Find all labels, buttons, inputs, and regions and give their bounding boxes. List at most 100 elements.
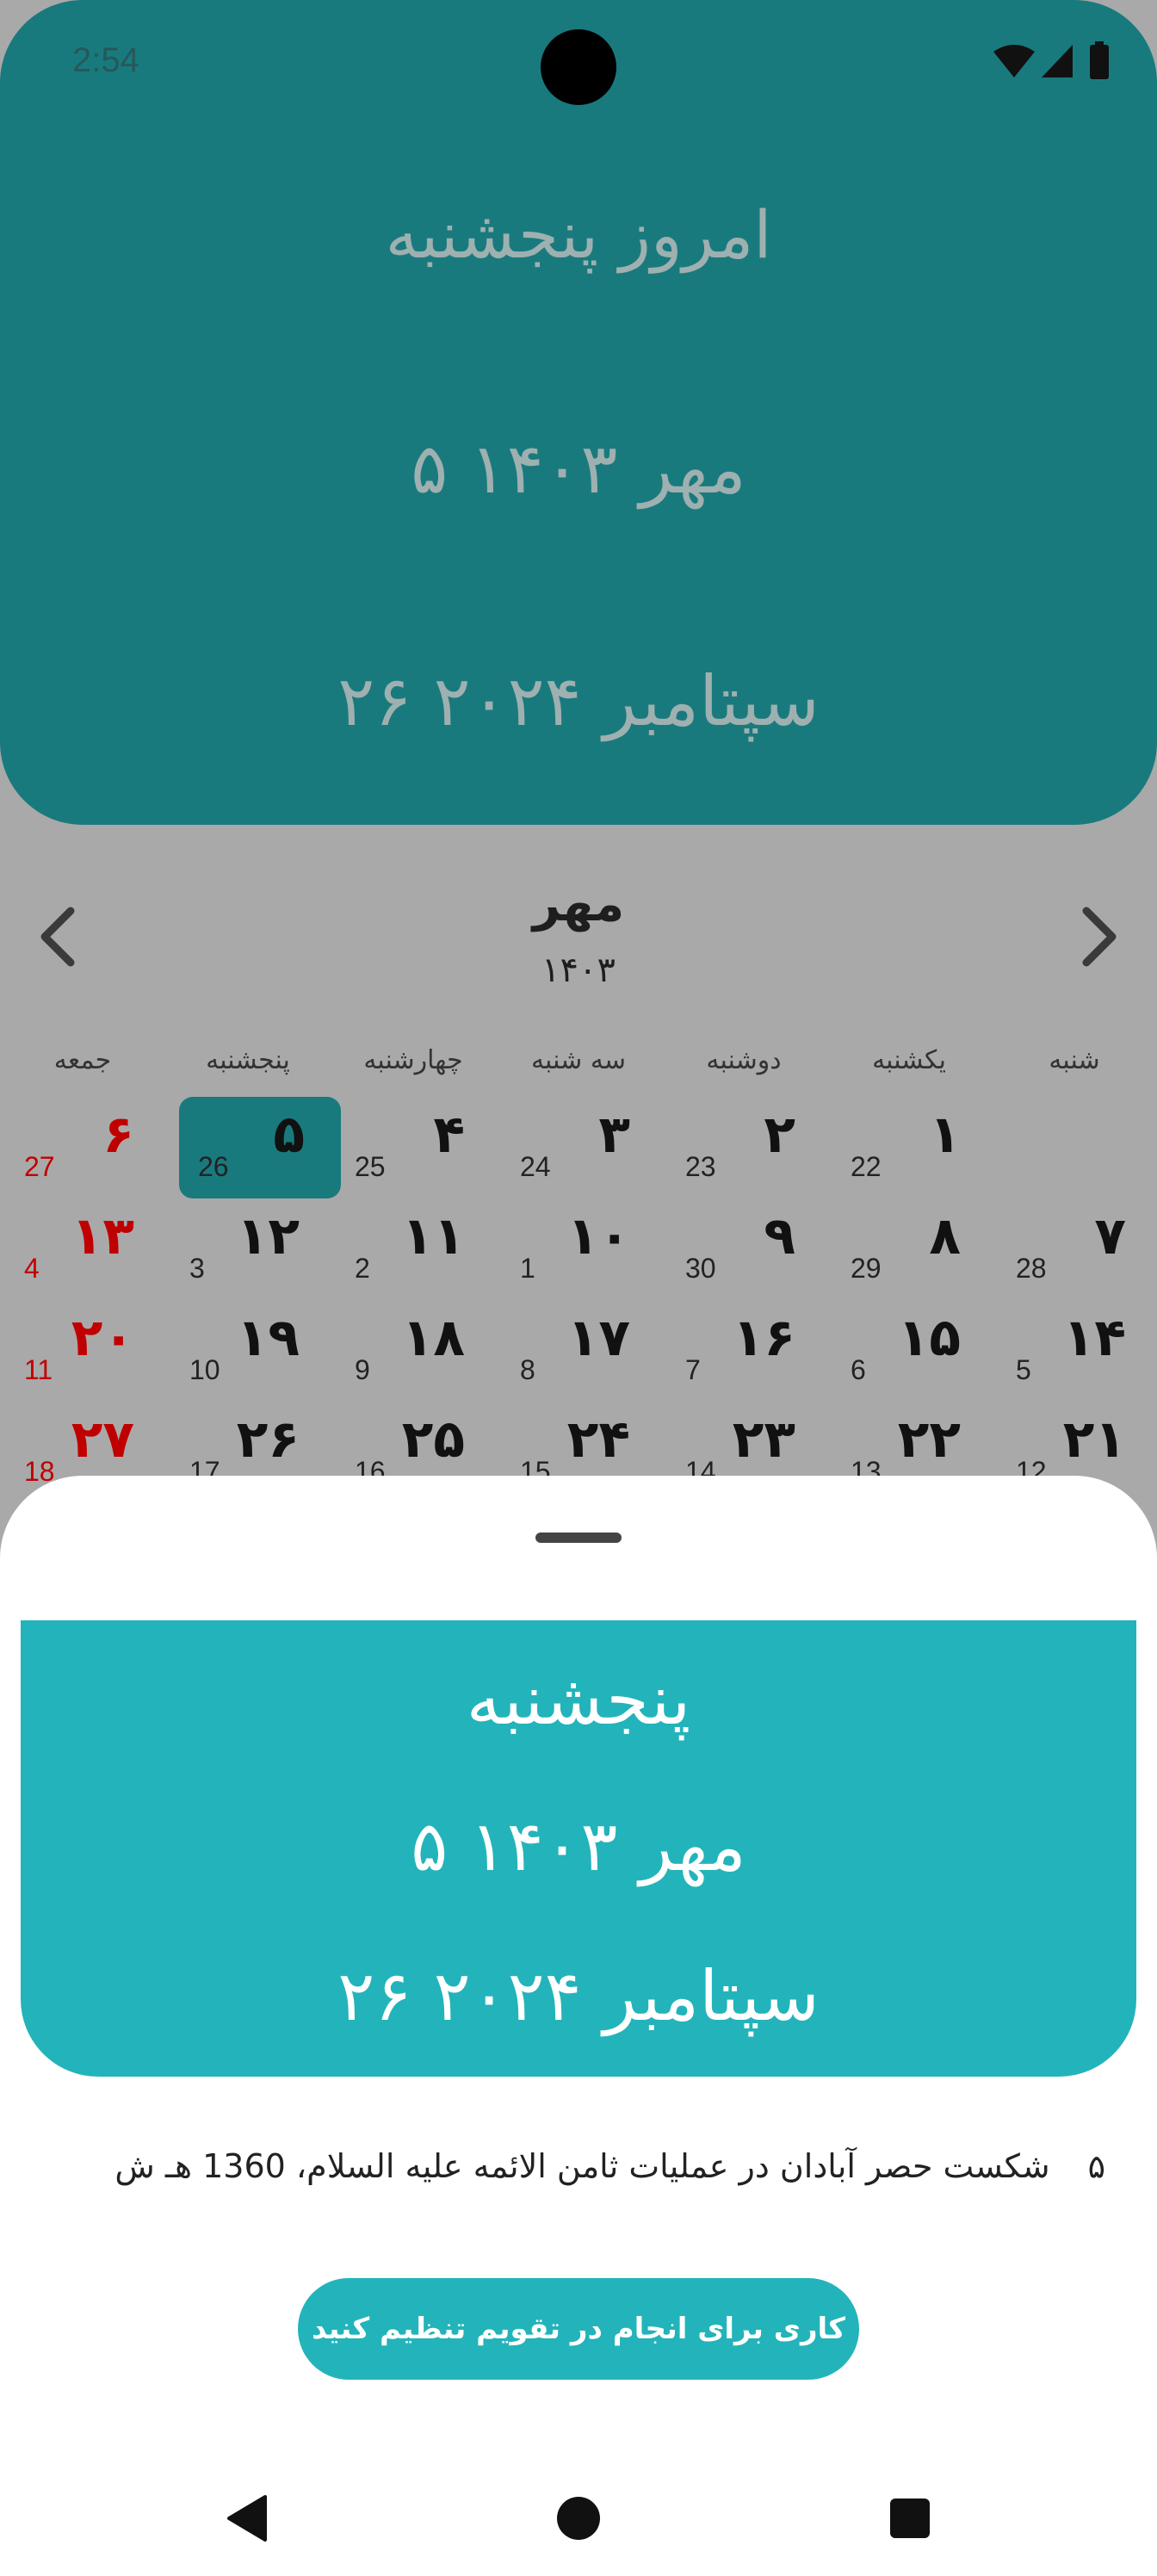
month-title[interactable]: مهر (0, 876, 1157, 932)
selected-weekday: پنجشنبه (466, 1660, 691, 1740)
persian-day-number: ۶ (102, 1105, 134, 1165)
event-item: ۵ شکست حصر آبادان در عملیات ثامن الائمه … (77, 2147, 1105, 2185)
persian-day-number: ۱ (929, 1105, 961, 1165)
calendar-day-cell[interactable]: ۲ 23 (666, 1097, 832, 1198)
calendar-day-cell[interactable]: ۶ 27 (5, 1097, 170, 1198)
selected-day-card: پنجشنبه ۵ مهر ۱۴۰۳ ۲۶ سپتامبر ۲۰۲۴ (21, 1620, 1136, 2077)
today-weekday-line: امروز پنجشنبه (385, 196, 772, 273)
weekday-label: پنجشنبه (206, 1045, 290, 1075)
persian-day-number: ۵ (273, 1105, 305, 1165)
weekday-label: چهارشنبه (363, 1045, 463, 1075)
calendar-day-cell[interactable]: ۱ 22 (832, 1097, 997, 1198)
home-button[interactable] (548, 2488, 609, 2548)
add-todo-button[interactable]: کاری برای انجام در تقویم تنظیم کنید (298, 2278, 859, 2380)
persian-day-number: ۱۶ (732, 1308, 795, 1368)
gregorian-day-number: 3 (189, 1253, 205, 1284)
calendar-day-cell[interactable]: ۹ 30 (666, 1198, 832, 1300)
persian-day-number: ۱۲ (236, 1206, 300, 1266)
gregorian-day-number: 10 (189, 1354, 220, 1385)
weekday-header-row: شنبه یکشنبه دوشنبه سه شنبه چهارشنبه پنجشنبه جم… (0, 1045, 1157, 1088)
gregorian-day-number: 27 (24, 1151, 55, 1182)
calendar-day-cell[interactable]: ۲۰ 11 (5, 1300, 170, 1402)
next-month-button[interactable] (1062, 902, 1131, 971)
calendar-day-cell[interactable]: ۵ 26 (179, 1097, 341, 1198)
gregorian-day-number: 7 (685, 1354, 701, 1385)
persian-day-number: ۲۳ (732, 1409, 795, 1470)
persian-day-number: ۲۰ (71, 1308, 134, 1368)
gregorian-day-number: 6 (851, 1354, 866, 1385)
calendar-day-cell[interactable]: ۱۵ 6 (832, 1300, 997, 1402)
month-year: ۱۴۰۳ (541, 951, 616, 990)
gregorian-day-number: 28 (1016, 1253, 1047, 1284)
persian-day-number: ۸ (929, 1206, 961, 1266)
gregorian-day-number: 25 (355, 1151, 386, 1182)
today-header-card: 2:54 امروز پنجشنبه ۵ مهر ۱۴۰۳ ۲۶ سپتامبر… (0, 0, 1157, 825)
persian-day-number: ۲ (764, 1105, 795, 1165)
gregorian-day-number: 23 (685, 1151, 716, 1182)
persian-day-number: ۹ (764, 1206, 795, 1266)
gregorian-day-number: 30 (685, 1253, 716, 1284)
chevron-right-icon (1082, 907, 1117, 967)
calendar-day-cell[interactable]: ۱۳ 4 (5, 1198, 170, 1300)
event-text: شکست حصر آبادان در عملیات ثامن الائمه عل… (114, 2147, 1050, 2185)
weekday-label: جمعه (53, 1045, 112, 1075)
selected-persian-date: ۵ مهر ۱۴۰۳ (411, 1806, 746, 1886)
weekday-label: سه شنبه (530, 1045, 627, 1075)
calendar-day-cell[interactable]: ۳ 24 (501, 1097, 666, 1198)
persian-day-number: ۱۵ (897, 1308, 961, 1368)
wifi-icon (993, 45, 1035, 77)
selected-gregorian-date: ۲۶ سپتامبر ۲۰۲۴ (337, 1956, 820, 2036)
weekday-label: شنبه (1049, 1045, 1100, 1075)
today-gregorian-date: ۲۶ سپتامبر ۲۰۲۴ (337, 661, 820, 741)
calendar-day-cell[interactable]: ۱۸ 9 (336, 1300, 501, 1402)
today-persian-date: ۵ مهر ۱۴۰۳ (411, 429, 746, 509)
calendar-day-cell[interactable]: ۴ 25 (336, 1097, 501, 1198)
recents-square-icon (890, 2499, 930, 2538)
calendar-day-cell[interactable]: ۱۱ 2 (336, 1198, 501, 1300)
gregorian-day-number: 22 (851, 1151, 882, 1182)
persian-day-number: ۲۵ (401, 1409, 465, 1470)
sheet-drag-handle[interactable] (535, 1533, 622, 1543)
weekday-label: دوشنبه (706, 1045, 782, 1075)
calendar-day-cell[interactable]: ۱۲ 3 (170, 1198, 336, 1300)
system-nav-bar (0, 2462, 1157, 2576)
persian-day-number: ۳ (598, 1105, 630, 1165)
persian-day-number: ۲۱ (1062, 1409, 1126, 1470)
calendar-day-cell[interactable]: ۱۷ 8 (501, 1300, 666, 1402)
gregorian-day-number: 2 (355, 1253, 370, 1284)
persian-day-number: ۱۰ (566, 1206, 630, 1266)
event-day-number: ۵ (1087, 2147, 1105, 2185)
home-circle-icon (557, 2497, 600, 2540)
calendar-day-cell[interactable]: ۱۰ 1 (501, 1198, 666, 1300)
gregorian-day-number: 1 (520, 1253, 535, 1284)
persian-day-number: ۱۹ (236, 1308, 300, 1368)
persian-day-number: ۲۷ (71, 1409, 134, 1470)
back-button[interactable] (217, 2488, 277, 2548)
calendar-day-cell[interactable]: ۱۴ 5 (997, 1300, 1157, 1402)
gregorian-day-number: 8 (520, 1354, 535, 1385)
status-time: 2:54 (72, 41, 139, 79)
persian-day-number: ۷ (1094, 1206, 1126, 1266)
persian-day-number: ۱۷ (566, 1308, 630, 1368)
persian-day-number: ۱۸ (401, 1308, 465, 1368)
calendar-day-cell[interactable]: ۱۶ 7 (666, 1300, 832, 1402)
gregorian-day-number: 4 (24, 1253, 40, 1284)
gregorian-day-number: 9 (355, 1354, 370, 1385)
calendar-day-cell[interactable]: ۷ 28 (997, 1198, 1157, 1300)
calendar-day-cell[interactable]: ۱۹ 10 (170, 1300, 336, 1402)
back-triangle-icon (227, 2495, 267, 2542)
gregorian-day-number: 11 (24, 1354, 53, 1385)
status-icons (993, 41, 1109, 79)
gregorian-day-number: 29 (851, 1253, 882, 1284)
recents-button[interactable] (880, 2488, 940, 2548)
persian-day-number: ۴ (433, 1105, 465, 1165)
camera-cutout (541, 29, 616, 105)
persian-day-number: ۲۶ (236, 1409, 300, 1470)
persian-day-number: ۲۴ (566, 1409, 630, 1470)
gregorian-day-number: 26 (198, 1151, 229, 1182)
gregorian-day-number: 24 (520, 1151, 551, 1182)
persian-day-number: ۲۲ (897, 1409, 961, 1470)
battery-icon (1090, 45, 1109, 79)
persian-day-number: ۱۴ (1062, 1308, 1126, 1368)
calendar-day-cell[interactable]: ۸ 29 (832, 1198, 997, 1300)
